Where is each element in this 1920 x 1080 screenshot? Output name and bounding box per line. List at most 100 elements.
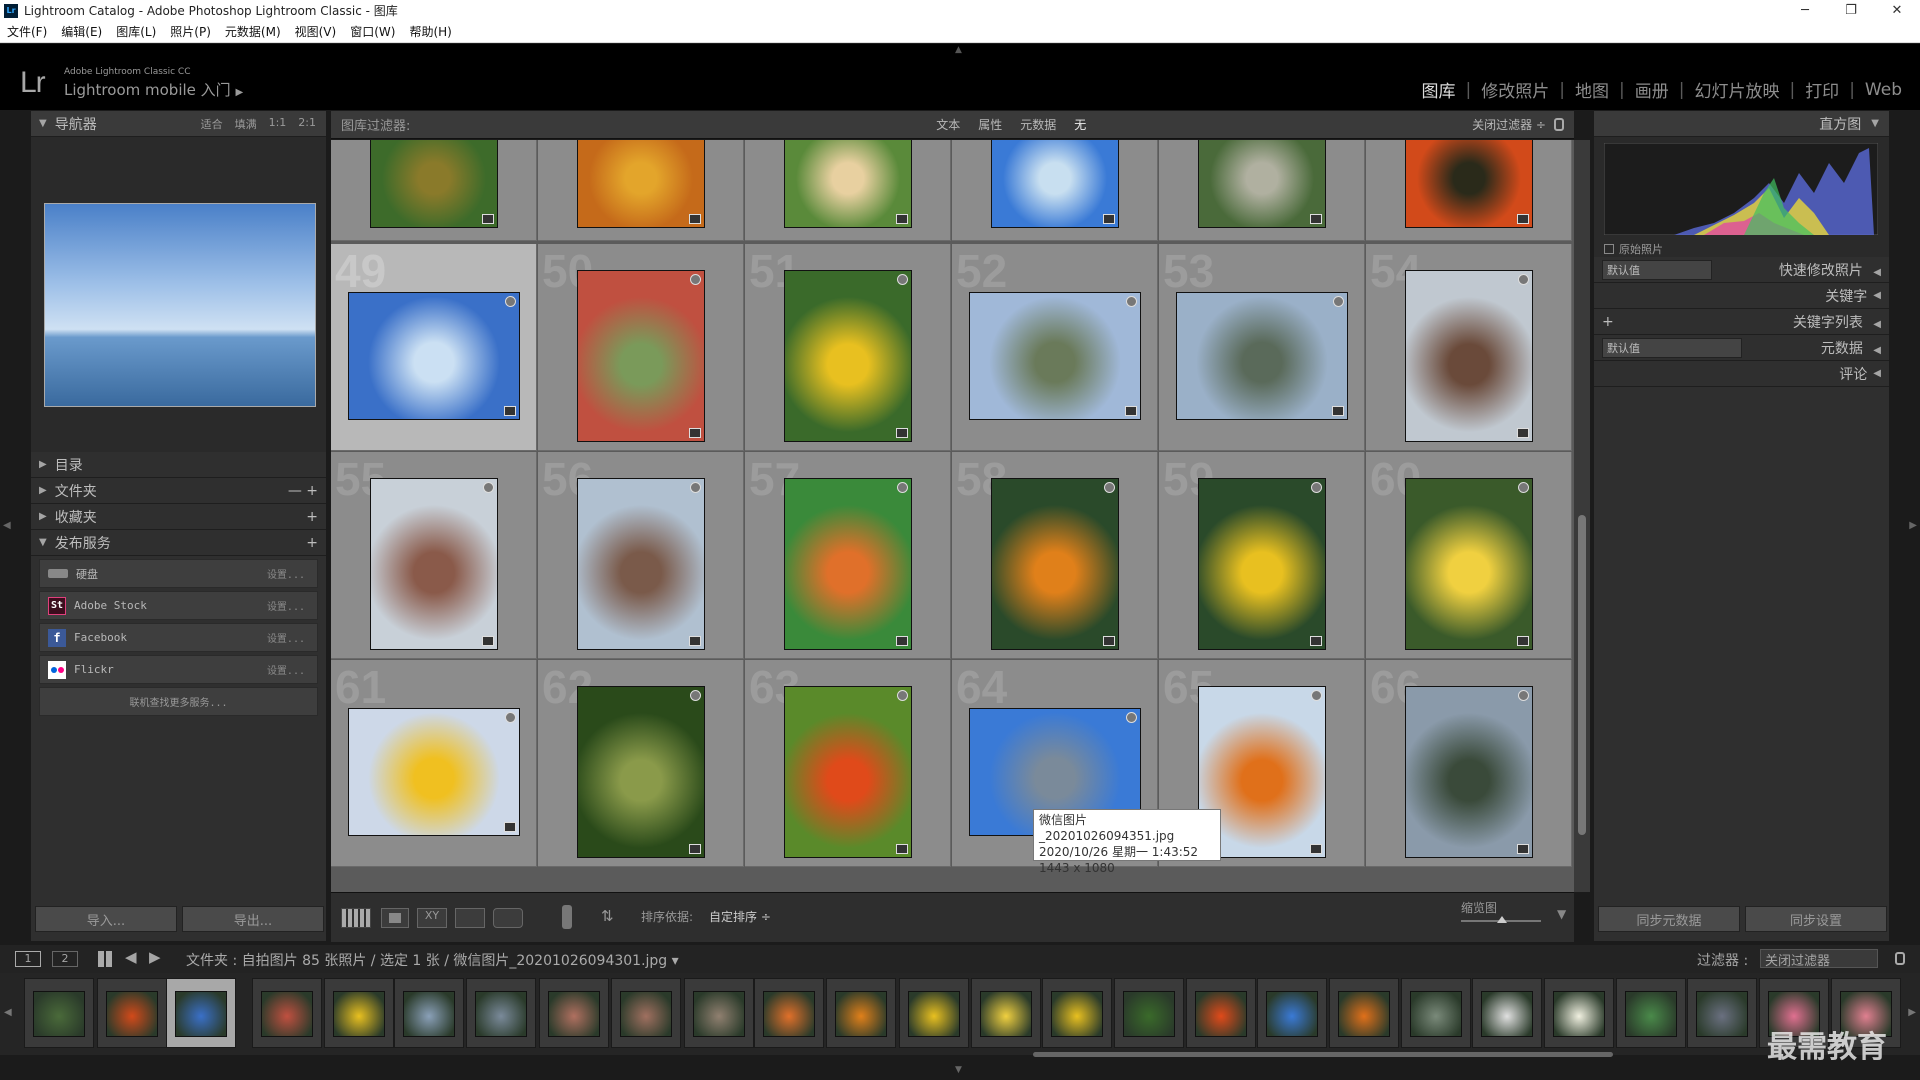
- filmstrip-thumbnail[interactable]: [971, 978, 1041, 1048]
- filter-text[interactable]: 文本: [936, 116, 960, 133]
- quick-collection-icon[interactable]: [1518, 689, 1529, 701]
- quick-collection-icon[interactable]: [690, 273, 701, 285]
- navigator-preview-image[interactable]: [44, 203, 316, 407]
- menu-edit[interactable]: 编辑(E): [54, 23, 109, 40]
- grid-cell[interactable]: 51: [745, 244, 951, 451]
- service-setup[interactable]: 设置...: [267, 662, 305, 677]
- secondary-window-button[interactable]: 2: [52, 951, 78, 967]
- nav-2-1[interactable]: 2:1: [298, 116, 316, 132]
- filmstrip-thumbnail[interactable]: [1042, 978, 1112, 1048]
- filmstrip-thumbnail[interactable]: [1616, 978, 1686, 1048]
- sync-settings-button[interactable]: 同步设置: [1745, 906, 1887, 932]
- photo-thumbnail[interactable]: [1405, 685, 1533, 858]
- quick-collection-icon[interactable]: [1518, 273, 1529, 285]
- photo-thumbnail[interactable]: [577, 269, 705, 442]
- service-setup[interactable]: 设置...: [267, 598, 305, 613]
- keyword-list-header[interactable]: + 关键字列表 ◀: [1594, 309, 1889, 335]
- quick-develop-header[interactable]: 默认值 快速修改照片 ◀: [1594, 257, 1889, 283]
- badge-icon[interactable]: [504, 821, 516, 832]
- filmstrip-thumbnail[interactable]: [611, 978, 681, 1048]
- grid-cell[interactable]: [745, 140, 951, 241]
- badge-icon[interactable]: [896, 427, 908, 438]
- grid-cell[interactable]: 60: [1366, 452, 1572, 659]
- metadata-preset-dropdown[interactable]: 默认值: [1602, 337, 1742, 358]
- original-photo-toggle[interactable]: 原始照片: [1604, 241, 1663, 257]
- survey-view-icon[interactable]: [455, 908, 485, 928]
- badge-icon[interactable]: [689, 843, 701, 854]
- section-publish-services[interactable]: ▼ 发布服务 +: [31, 530, 326, 556]
- photo-thumbnail[interactable]: [1198, 477, 1326, 650]
- nav-fit[interactable]: 适合: [201, 116, 223, 132]
- keywording-header[interactable]: 关键字 ◀: [1594, 283, 1889, 309]
- grid-cell[interactable]: 58: [952, 452, 1158, 659]
- photo-thumbnail[interactable]: [784, 477, 912, 650]
- filmstrip-thumbnail[interactable]: [1401, 978, 1471, 1048]
- service-flickr[interactable]: Flickr 设置...: [39, 655, 318, 684]
- right-panel-toggle-icon[interactable]: ▶: [1909, 520, 1917, 531]
- close-filter-dropdown[interactable]: 关闭过滤器 ÷: [1472, 116, 1546, 133]
- primary-window-button[interactable]: 1: [15, 951, 41, 967]
- filter-metadata[interactable]: 元数据: [1020, 116, 1056, 133]
- badge-icon[interactable]: [1310, 843, 1322, 854]
- mobile-getting-started[interactable]: Lightroom mobile 入门 ▶: [64, 79, 243, 100]
- filter-lock-icon[interactable]: [1895, 952, 1905, 965]
- badge-icon[interactable]: [1517, 635, 1529, 646]
- module-develop[interactable]: 修改照片: [1471, 77, 1559, 102]
- service-setup[interactable]: 设置...: [267, 630, 305, 645]
- filmstrip-thumbnail[interactable]: [1257, 978, 1327, 1048]
- service-setup[interactable]: 设置...: [267, 566, 305, 581]
- grid-cell[interactable]: 66: [1366, 660, 1572, 867]
- badge-icon[interactable]: [1310, 635, 1322, 646]
- grid-cell[interactable]: 50: [538, 244, 744, 451]
- grid-cell[interactable]: 57: [745, 452, 951, 659]
- filmstrip-source-path[interactable]: 文件夹 : 自拍图片 85 张照片 / 选定 1 张 / 微信图片_202010…: [186, 950, 679, 970]
- nav-1-1[interactable]: 1:1: [269, 116, 287, 132]
- grid-view-icon[interactable]: [341, 908, 371, 928]
- quick-collection-icon[interactable]: [483, 481, 494, 493]
- quick-collection-icon[interactable]: [1126, 295, 1137, 307]
- toolbar-menu-icon[interactable]: ▼: [1557, 907, 1566, 921]
- filter-attribute[interactable]: 属性: [978, 116, 1002, 133]
- section-catalog[interactable]: ▶ 目录: [31, 452, 326, 478]
- badge-icon[interactable]: [504, 405, 516, 416]
- service-hard-drive[interactable]: 硬盘 设置...: [39, 559, 318, 588]
- photo-thumbnail[interactable]: [784, 685, 912, 858]
- module-map[interactable]: 地图: [1565, 77, 1619, 102]
- badge-icon[interactable]: [896, 635, 908, 646]
- add-collection-icon[interactable]: +: [306, 509, 318, 525]
- grid-cell[interactable]: [331, 140, 537, 241]
- section-collections[interactable]: ▶ 收藏夹 +: [31, 504, 326, 530]
- filmstrip-thumbnail[interactable]: [97, 978, 167, 1048]
- filmstrip-thumbnail[interactable]: [539, 978, 609, 1048]
- badge-icon[interactable]: [1332, 405, 1344, 416]
- filmstrip-thumbnail[interactable]: [466, 978, 536, 1048]
- grid-cell[interactable]: 62: [538, 660, 744, 867]
- filmstrip-thumbnail[interactable]: [1687, 978, 1757, 1048]
- forward-arrow-icon[interactable]: ▶: [149, 948, 161, 966]
- minimize-icon[interactable]: ─: [1782, 0, 1828, 21]
- quick-collection-icon[interactable]: [690, 481, 701, 493]
- add-service-icon[interactable]: +: [306, 535, 318, 551]
- service-facebook[interactable]: f Facebook 设置...: [39, 623, 318, 652]
- grid-cell[interactable]: 61: [331, 660, 537, 867]
- badge-icon[interactable]: [482, 214, 494, 224]
- find-more-services[interactable]: 联机查找更多服务...: [39, 687, 318, 716]
- service-adobe-stock[interactable]: St Adobe Stock 设置...: [39, 591, 318, 620]
- sync-metadata-button[interactable]: 同步元数据: [1598, 906, 1740, 932]
- grid-cell[interactable]: [952, 140, 1158, 241]
- sort-dropdown[interactable]: 自定排序 ÷: [709, 908, 771, 925]
- quick-collection-icon[interactable]: [690, 689, 701, 701]
- grid-cell[interactable]: 63: [745, 660, 951, 867]
- module-slideshow[interactable]: 幻灯片放映: [1684, 77, 1789, 102]
- photo-thumbnail[interactable]: [348, 707, 520, 836]
- menu-library[interactable]: 图库(L): [109, 23, 163, 40]
- badge-icon[interactable]: [1103, 635, 1115, 646]
- histogram-header[interactable]: 直方图 ▼: [1594, 111, 1889, 137]
- filmstrip-thumbnail[interactable]: [1329, 978, 1399, 1048]
- badge-icon[interactable]: [1310, 214, 1322, 224]
- badge-icon[interactable]: [689, 635, 701, 646]
- grid-cell[interactable]: 55: [331, 452, 537, 659]
- photo-thumbnail[interactable]: [1405, 269, 1533, 442]
- thumbnail-size-slider[interactable]: [1461, 916, 1541, 923]
- metadata-header[interactable]: 默认值 元数据 ◀: [1594, 335, 1889, 361]
